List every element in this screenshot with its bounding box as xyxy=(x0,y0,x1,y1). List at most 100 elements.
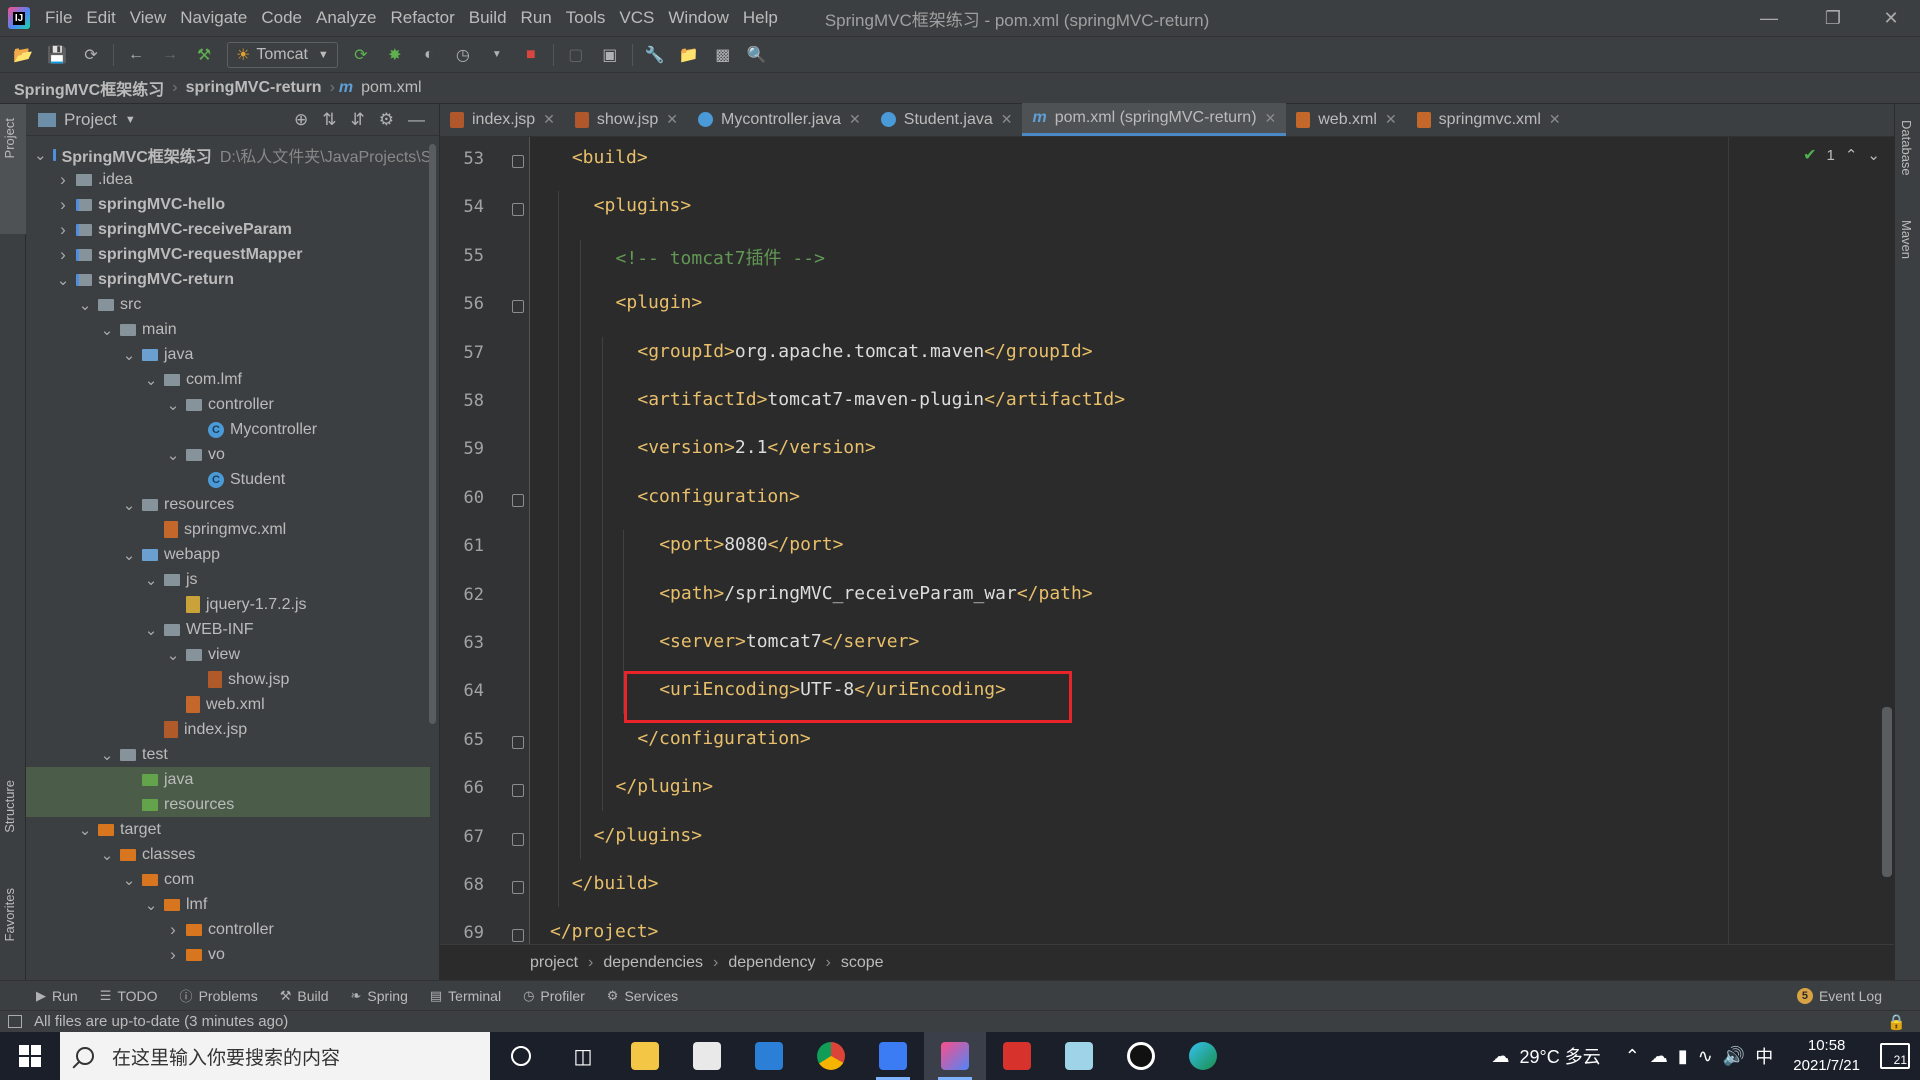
back-icon[interactable]: ← xyxy=(122,41,150,69)
prev-issue-icon[interactable]: ⌃ xyxy=(1845,146,1858,164)
tree-node[interactable]: › .idea xyxy=(26,167,430,192)
build-hammer-icon[interactable]: ⚒ xyxy=(190,41,218,69)
search-icon[interactable]: 🔍 xyxy=(743,41,771,69)
menu-view[interactable]: View xyxy=(123,0,174,36)
tree-node[interactable]: ⌄ resources xyxy=(26,492,430,517)
chevron-down-icon[interactable]: ⌄ xyxy=(100,746,114,764)
event-log-button[interactable]: 5 Event Log xyxy=(1796,987,1882,1004)
maven-tool-tab[interactable]: Maven xyxy=(1899,220,1914,259)
tree-node[interactable]: ⌄ view xyxy=(26,642,430,667)
onedrive-icon[interactable]: ☁ xyxy=(1650,1046,1668,1067)
tree-node[interactable]: ⌄ vo xyxy=(26,442,430,467)
close-tab-icon[interactable]: ✕ xyxy=(1549,111,1561,128)
menu-analyze[interactable]: Analyze xyxy=(309,0,383,36)
battery-icon[interactable]: ▮ xyxy=(1678,1046,1688,1067)
chevron-down-icon[interactable]: ⌄ xyxy=(166,446,180,464)
tree-node[interactable]: jquery-1.7.2.js xyxy=(26,592,430,617)
tree-node[interactable]: show.jsp xyxy=(26,667,430,692)
fold-marker-icon[interactable] xyxy=(512,203,524,217)
tree-node[interactable]: springmvc.xml xyxy=(26,517,430,542)
crumb-file[interactable]: pom.xml xyxy=(357,79,425,97)
stop-icon[interactable]: ■ xyxy=(517,41,545,69)
chevron-down-icon[interactable]: ⌄ xyxy=(144,621,158,639)
rerun-icon[interactable]: ⟳ xyxy=(347,41,375,69)
tree-node[interactable]: ⌄ src xyxy=(26,292,430,317)
editor-tab[interactable]: Mycontroller.java ✕ xyxy=(688,103,871,136)
restore-button[interactable]: ❐ xyxy=(1804,0,1862,36)
close-tab-icon[interactable]: ✕ xyxy=(849,111,861,128)
chevron-right-icon[interactable]: › xyxy=(166,945,180,965)
next-issue-icon[interactable]: ⌄ xyxy=(1867,146,1880,164)
qq-icon[interactable] xyxy=(1110,1032,1172,1080)
chevron-down-icon[interactable]: ⌄ xyxy=(122,546,136,564)
menu-build[interactable]: Build xyxy=(462,0,514,36)
edge-icon[interactable] xyxy=(1172,1032,1234,1080)
editor-tab[interactable]: m pom.xml (springMVC-return) ✕ xyxy=(1022,103,1287,136)
close-tab-icon[interactable]: ✕ xyxy=(1001,111,1013,128)
notification-center-button[interactable]: 21 xyxy=(1880,1043,1910,1069)
tree-node[interactable]: ⌄ java xyxy=(26,342,430,367)
crumb-project[interactable]: SpringMVC框架练习 xyxy=(10,76,168,100)
settings-wrench-icon[interactable]: 🔧 xyxy=(641,41,669,69)
fold-marker-icon[interactable] xyxy=(512,493,524,507)
crumb-module[interactable]: springMVC-return xyxy=(182,79,326,97)
fold-marker-icon[interactable] xyxy=(512,155,524,168)
tree-node[interactable]: ⌄ com.lmf xyxy=(26,367,430,392)
tree-node[interactable]: ⌄ lmf xyxy=(26,892,430,917)
tree-node[interactable]: › springMVC-hello xyxy=(26,192,430,217)
project-panel-title[interactable]: Project xyxy=(64,110,117,130)
tree-node[interactable]: ⌄ springMVC-return xyxy=(26,267,430,292)
meeting-app-icon[interactable] xyxy=(862,1032,924,1080)
fold-marker-icon[interactable] xyxy=(512,881,524,894)
chevron-down-icon[interactable]: ⌄ xyxy=(78,821,92,839)
chevron-down-icon[interactable]: ⌄ xyxy=(34,146,47,164)
tree-scrollbar[interactable] xyxy=(427,136,437,966)
close-tab-icon[interactable]: ✕ xyxy=(1385,111,1397,128)
collapse-all-icon[interactable]: ⇵ xyxy=(351,110,365,130)
tree-node[interactable]: ⌄ SpringMVC框架练习 D:\私人文件夹\JavaProjects\S xyxy=(26,142,431,167)
intellij-taskbar-icon[interactable] xyxy=(924,1032,986,1080)
project-tool-tab[interactable]: Project xyxy=(2,118,17,158)
editor-tab[interactable]: show.jsp ✕ xyxy=(565,103,688,136)
weather-text[interactable]: 29°C 多云 xyxy=(1520,1043,1601,1069)
inspection-widget[interactable]: ✔ 1 ⌃ ⌄ xyxy=(1803,145,1880,165)
chevron-right-icon[interactable]: › xyxy=(56,170,70,190)
run-config-select[interactable]: ☀ Tomcat ▼ xyxy=(227,41,338,68)
device-icon[interactable]: ▢ xyxy=(562,41,590,69)
tree-node[interactable]: ⌄ target xyxy=(26,817,430,842)
tool-window-todo[interactable]: ☰ TODO xyxy=(100,988,158,1004)
close-tab-icon[interactable]: ✕ xyxy=(666,111,678,128)
chevron-right-icon[interactable]: › xyxy=(56,220,70,240)
taskbar-search[interactable]: 在这里输入你要搜索的内容 xyxy=(60,1032,490,1080)
close-window-button[interactable]: ✕ xyxy=(1862,0,1920,36)
tree-node[interactable]: ⌄ WEB-INF xyxy=(26,617,430,642)
chevron-down-icon[interactable]: ▼ xyxy=(125,114,136,126)
xml-crumb-item[interactable]: dependencies xyxy=(603,954,703,972)
chrome-icon[interactable] xyxy=(800,1032,862,1080)
xml-crumb-item[interactable]: scope xyxy=(841,954,884,972)
tree-node[interactable]: › controller xyxy=(26,917,430,942)
forward-icon[interactable]: → xyxy=(156,41,184,69)
xml-crumb-item[interactable]: dependency xyxy=(728,954,815,972)
cortana-button[interactable] xyxy=(490,1032,552,1080)
xml-crumb-item[interactable]: project xyxy=(530,954,578,972)
favorites-tool-tab[interactable]: Favorites xyxy=(2,888,17,941)
chevron-down-icon[interactable]: ⌄ xyxy=(122,346,136,364)
tree-node[interactable]: C Mycontroller xyxy=(26,417,430,442)
tree-node[interactable]: ⌄ test xyxy=(26,742,430,767)
fold-marker-icon[interactable] xyxy=(512,929,524,943)
wifi-icon[interactable]: ∿ xyxy=(1698,1046,1713,1067)
tree-node[interactable]: ⌄ webapp xyxy=(26,542,430,567)
menu-refactor[interactable]: Refactor xyxy=(383,0,461,36)
tool-window-spring[interactable]: ❧ Spring xyxy=(351,988,408,1004)
chevron-up-icon[interactable]: ⌃ xyxy=(1625,1046,1640,1067)
tree-node[interactable]: ⌄ js xyxy=(26,567,430,592)
debug-icon[interactable]: ✸ xyxy=(381,41,409,69)
editor-tab[interactable]: springmvc.xml ✕ xyxy=(1407,103,1571,136)
chevron-down-icon[interactable]: ⌄ xyxy=(144,896,158,914)
close-tab-icon[interactable]: ✕ xyxy=(543,111,555,128)
chevron-right-icon[interactable]: › xyxy=(56,195,70,215)
database-tool-tab[interactable]: Database xyxy=(1899,120,1914,176)
hide-panel-icon[interactable]: — xyxy=(408,110,425,130)
fold-marker-icon[interactable] xyxy=(512,735,524,749)
